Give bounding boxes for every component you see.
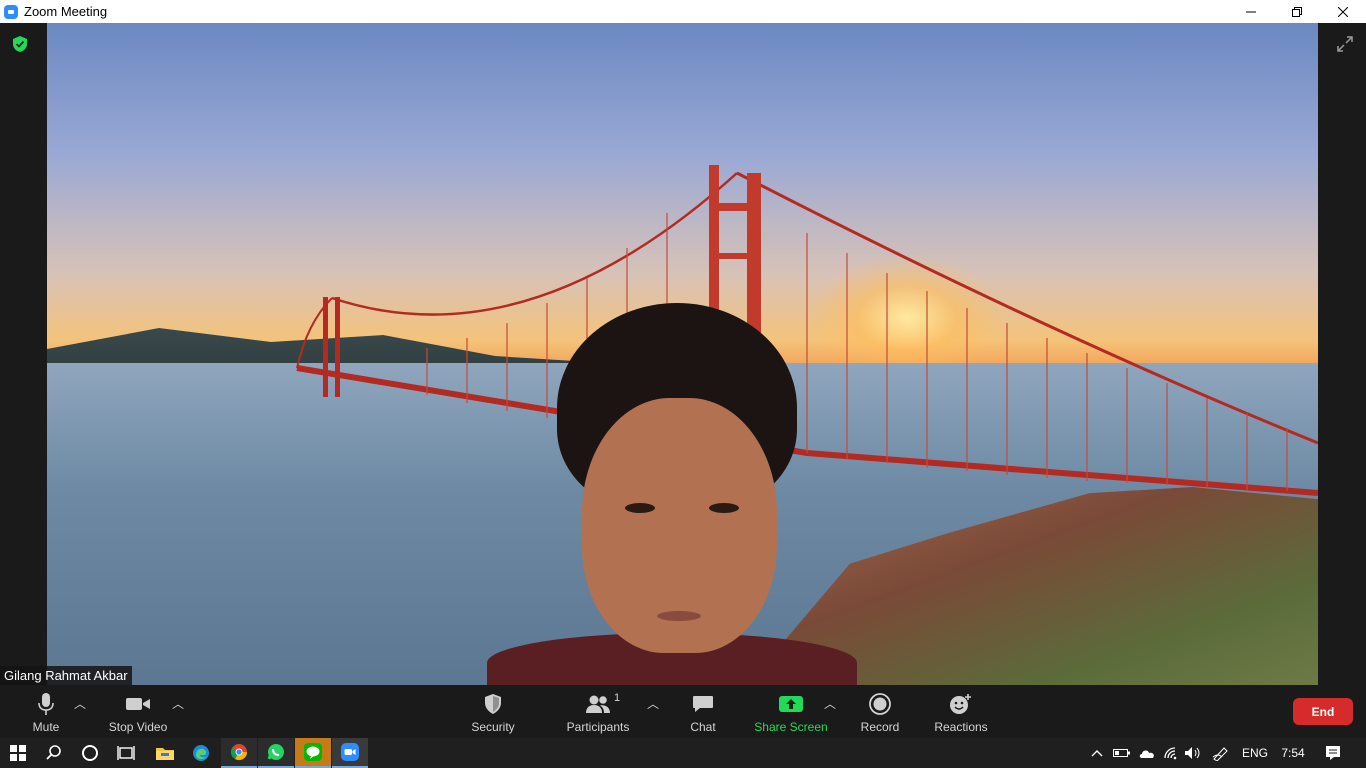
record-icon — [869, 690, 891, 718]
stop-video-label: Stop Video — [108, 720, 168, 734]
whatsapp-icon[interactable] — [258, 738, 294, 768]
window-controls — [1228, 0, 1366, 23]
task-view-icon[interactable] — [108, 738, 144, 768]
input-language[interactable]: ENG — [1238, 738, 1272, 768]
participant-name-label: Gilang Rahmat Akbar — [0, 666, 132, 685]
minimize-button[interactable] — [1228, 0, 1274, 23]
volume-icon[interactable] — [1182, 738, 1204, 768]
mouth — [657, 611, 701, 621]
video-camera-icon — [125, 690, 151, 718]
line-app-icon[interactable] — [295, 738, 331, 768]
pen-ink-workspace-icon[interactable] — [1210, 738, 1232, 768]
wifi-icon[interactable] — [1160, 738, 1182, 768]
share-options-chevron-up-icon[interactable]: ︿ — [824, 695, 836, 712]
share-screen-icon — [778, 690, 804, 718]
meeting-toolbar: Mute ︿ Stop Video ︿ Security Participant… — [0, 685, 1366, 738]
minimize-icon — [1246, 11, 1256, 12]
chat-label: Chat — [690, 720, 716, 734]
participant-person — [487, 303, 857, 685]
reactions-button[interactable]: Reactions — [932, 685, 990, 738]
participant-video — [47, 23, 1318, 685]
fullscreen-icon[interactable] — [1336, 35, 1354, 53]
chat-button[interactable]: Chat — [686, 685, 720, 738]
audio-options-chevron-up-icon[interactable]: ︿ — [74, 695, 86, 712]
share-screen-button[interactable]: Share Screen — [754, 685, 828, 738]
mute-button[interactable]: Mute — [26, 685, 66, 738]
end-meeting-button[interactable]: End — [1293, 698, 1353, 725]
restore-icon — [1292, 6, 1302, 17]
file-explorer-icon[interactable] — [147, 738, 183, 768]
mute-label: Mute — [32, 720, 60, 734]
participants-icon — [585, 690, 611, 718]
clock-time[interactable]: 7:54 — [1278, 738, 1308, 768]
chat-bubble-icon — [692, 690, 714, 718]
stop-video-button[interactable]: Stop Video — [104, 685, 172, 738]
cortana-icon[interactable] — [72, 738, 108, 768]
battery-icon[interactable] — [1112, 738, 1132, 768]
edge-browser-icon[interactable] — [183, 738, 219, 768]
security-label: Security — [471, 720, 515, 734]
chevron-up-icon[interactable] — [1088, 738, 1106, 768]
left-eye — [625, 503, 655, 513]
meeting-area: Gilang Rahmat Akbar — [0, 23, 1366, 685]
window-title: Zoom Meeting — [24, 4, 108, 19]
zoom-taskbar-icon[interactable] — [332, 738, 368, 768]
participants-options-chevron-up-icon[interactable]: ︿ — [647, 695, 659, 712]
reactions-label: Reactions — [934, 720, 988, 734]
onedrive-cloud-icon[interactable] — [1136, 738, 1158, 768]
search-icon[interactable] — [36, 738, 72, 768]
right-eye — [709, 503, 739, 513]
microphone-icon — [36, 690, 56, 718]
smiley-plus-icon — [949, 690, 973, 718]
participants-label: Participants — [566, 720, 630, 734]
security-button[interactable]: Security — [466, 685, 520, 738]
close-icon — [1338, 6, 1348, 17]
record-button[interactable]: Record — [858, 685, 902, 738]
notifications-icon[interactable] — [1320, 738, 1346, 768]
participants-button[interactable]: Participants — [563, 685, 633, 738]
record-label: Record — [860, 720, 900, 734]
encryption-shield-icon[interactable] — [11, 35, 29, 53]
participants-count: 1 — [614, 692, 621, 704]
close-button[interactable] — [1320, 0, 1366, 23]
restore-button[interactable] — [1274, 0, 1320, 23]
chrome-icon[interactable] — [221, 738, 257, 768]
windows-taskbar: ENG 7:54 — [0, 738, 1366, 768]
title-bar: Zoom Meeting — [0, 0, 1366, 23]
share-screen-label: Share Screen — [754, 720, 828, 734]
zoom-app-icon — [4, 4, 18, 19]
video-options-chevron-up-icon[interactable]: ︿ — [172, 695, 184, 712]
windows-start-icon[interactable] — [0, 738, 36, 768]
shield-icon — [483, 690, 503, 718]
